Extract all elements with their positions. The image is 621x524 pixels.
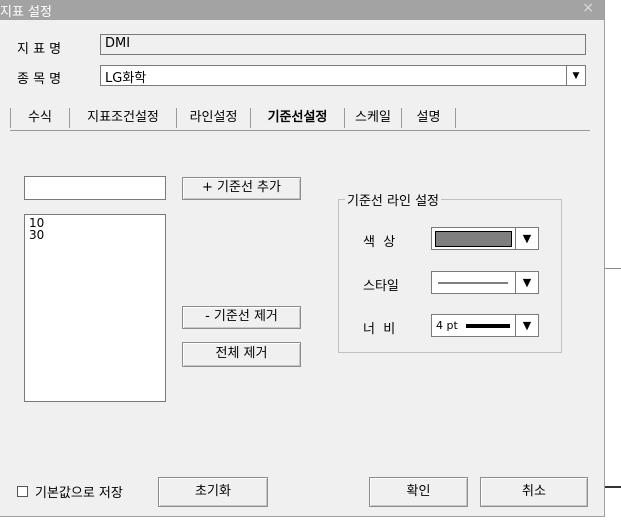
color-select[interactable]: ▼ xyxy=(431,227,539,250)
tab-description[interactable]: 설명 xyxy=(402,108,456,128)
list-item[interactable]: 30 xyxy=(29,229,161,241)
window-title: 지표 설정 xyxy=(0,5,52,20)
background-line xyxy=(604,486,621,488)
thick-line-icon xyxy=(466,324,510,328)
stock-name-value: LG화학 xyxy=(105,71,147,86)
cancel-button[interactable]: 취소 xyxy=(480,477,588,507)
ok-button[interactable]: 확인 xyxy=(369,477,468,507)
baseline-list[interactable]: 10 30 xyxy=(24,214,166,402)
list-item[interactable]: 10 xyxy=(29,217,161,229)
style-select[interactable]: ▼ xyxy=(431,271,539,294)
close-icon[interactable]: × xyxy=(582,0,594,16)
tab-indicator-condition[interactable]: 지표조건설정 xyxy=(70,108,177,128)
indicator-name-label: 지 표 명 xyxy=(17,42,62,57)
indicator-name-field: DMI xyxy=(100,34,586,55)
background-line xyxy=(604,268,621,269)
group-title: 기준선 라인 설정 xyxy=(345,190,441,209)
save-default-checkbox[interactable] xyxy=(17,486,28,497)
chevron-down-icon[interactable]: ▼ xyxy=(515,315,538,336)
chevron-down-icon[interactable]: ▼ xyxy=(515,228,538,249)
style-label: 스타일 xyxy=(363,279,399,294)
solid-line-icon xyxy=(438,282,508,284)
width-label: 너 비 xyxy=(363,322,396,337)
indicator-settings-dialog: 지표 설정 × 지 표 명 DMI 종 목 명 LG화학 ▼ 수식 지표조건설정… xyxy=(0,0,605,517)
add-baseline-button[interactable]: + 기준선 추가 xyxy=(182,177,301,200)
title-bar: 지표 설정 × xyxy=(0,0,604,20)
save-default-label: 기본값으로 저장 xyxy=(35,486,123,501)
tab-scale[interactable]: 스케일 xyxy=(345,108,402,128)
tab-line-settings[interactable]: 라인설정 xyxy=(177,108,251,128)
chevron-down-icon[interactable]: ▼ xyxy=(566,66,585,85)
color-swatch xyxy=(435,231,512,247)
tab-formula[interactable]: 수식 xyxy=(10,108,70,128)
clear-all-button[interactable]: 전체 제거 xyxy=(182,342,301,367)
remove-baseline-button[interactable]: - 기준선 제거 xyxy=(182,306,301,329)
tab-baseline-settings[interactable]: 기준선설정 xyxy=(251,108,345,128)
chevron-down-icon[interactable]: ▼ xyxy=(515,272,538,293)
stock-name-select[interactable]: LG화학 ▼ xyxy=(100,65,586,86)
reset-button[interactable]: 초기화 xyxy=(158,477,268,507)
width-select[interactable]: 4 pt ▼ xyxy=(431,314,539,337)
stock-name-label: 종 목 명 xyxy=(17,72,62,87)
color-label: 색 상 xyxy=(363,235,396,250)
width-value: 4 pt xyxy=(436,319,458,332)
tab-divider xyxy=(10,130,590,131)
baseline-value-input[interactable] xyxy=(24,176,166,200)
